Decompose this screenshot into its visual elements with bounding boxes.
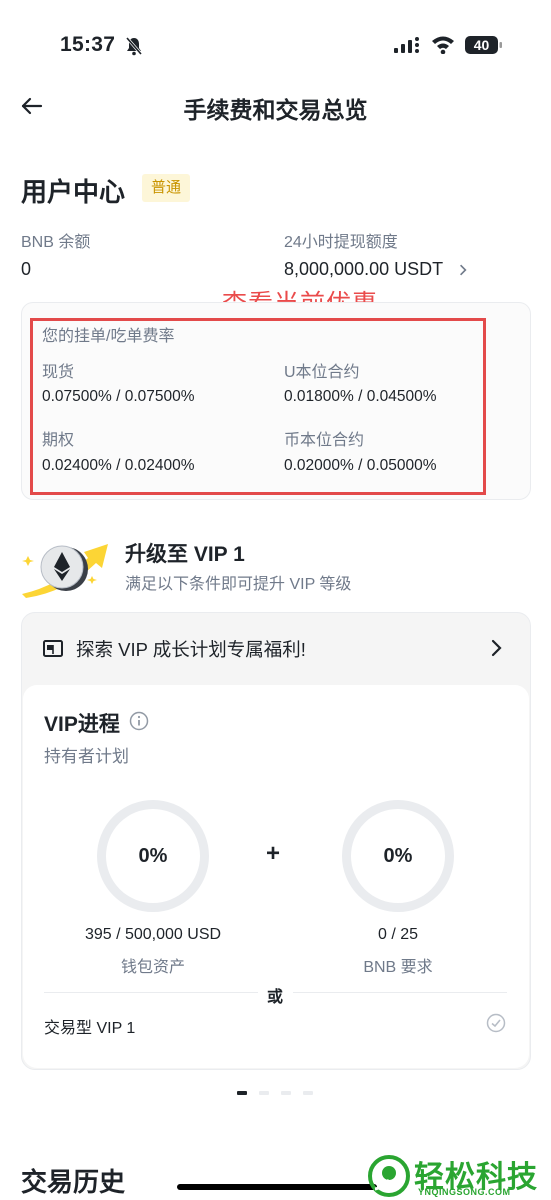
page-title: 手续费和交易总览 [183, 97, 368, 123]
chevron-right-icon [460, 264, 467, 276]
vip-upgrade-icon [22, 544, 108, 598]
watermark-subtext: YNQINGSONG.COM [418, 1187, 511, 1197]
plus-sign: + [266, 840, 281, 867]
tier-badge: 普通 [142, 174, 191, 202]
divider-left [44, 992, 258, 993]
info-icon[interactable] [129, 711, 149, 731]
chevron-right-icon [491, 639, 502, 657]
gift-card-icon [43, 640, 63, 657]
battery-level: 40 [473, 37, 490, 53]
explore-vip-label: 探索 VIP 成长计划专属福利! [76, 639, 306, 660]
watermark-logo-icon [368, 1155, 410, 1197]
upgrade-subtitle: 满足以下条件即可提升 VIP 等级 [125, 576, 352, 593]
wallet-assets-value: 395 / 500,000 USD [84, 926, 222, 943]
bnb-balance-label: BNB 余额 [21, 234, 91, 251]
wifi-icon [432, 36, 454, 54]
withdraw-limit-link[interactable]: 8,000,000.00 USDT [284, 259, 484, 281]
page-dot[interactable] [303, 1091, 313, 1095]
watermark: 轻松科技 YNQINGSONG.COM [366, 1150, 551, 1200]
or-divider-label: 或 [267, 989, 284, 1006]
cellular-signal-icon [394, 37, 419, 53]
home-indicator[interactable] [177, 1184, 377, 1190]
nav-bar: 手续费和交易总览 [0, 88, 551, 124]
withdraw-limit-value: 8,000,000.00 USDT [284, 259, 444, 279]
status-time: 15:37 [60, 33, 116, 56]
bnb-requirement-percent: 0% [383, 845, 413, 867]
user-center-title: 用户中心 [21, 177, 126, 207]
wallet-assets-percent: 0% [138, 845, 168, 867]
carousel-pagination [237, 1091, 317, 1095]
bnb-requirement-label: BNB 要求 [363, 959, 433, 976]
annotation-highlight-box [30, 318, 486, 495]
divider-right [293, 992, 507, 993]
page-dot[interactable] [259, 1091, 269, 1095]
bell-muted-icon [125, 37, 143, 56]
page-dot[interactable] [281, 1091, 291, 1095]
check-circle-icon [486, 1013, 506, 1033]
holder-plan-label: 持有者计划 [44, 747, 129, 766]
upgrade-title: 升级至 VIP 1 [125, 543, 245, 566]
explore-vip-benefits-row[interactable]: 探索 VIP 成长计划专属福利! [21, 612, 531, 684]
page-dot[interactable] [237, 1091, 247, 1095]
bnb-requirement-value: 0 / 25 [377, 926, 419, 943]
trade-history-title: 交易历史 [21, 1167, 126, 1197]
status-bar: 15:37 40 [0, 0, 551, 88]
battery-icon: 40 [465, 35, 503, 55]
bnb-balance-value: 0 [21, 259, 32, 279]
withdraw-limit-label: 24小时提现额度 [284, 234, 398, 251]
wallet-assets-label: 钱包资产 [120, 959, 185, 976]
trading-vip-label: 交易型 VIP 1 [44, 1020, 136, 1037]
vip-progress-title: VIP进程 [44, 713, 120, 736]
